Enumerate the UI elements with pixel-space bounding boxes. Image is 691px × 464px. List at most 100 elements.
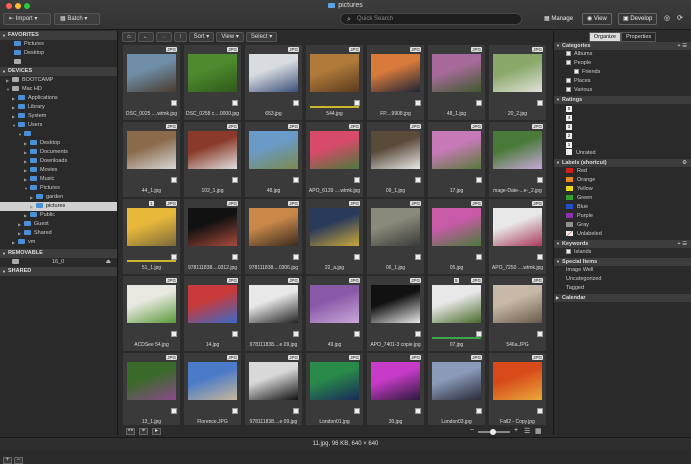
thumbnail-cell[interactable]: JPG 49.jpg <box>306 276 363 351</box>
disclosure-triangle-icon[interactable]: ▶ <box>12 103 15 112</box>
disclosure-triangle-icon[interactable]: ▶ <box>30 202 33 211</box>
disclosure-triangle-icon[interactable]: ▶ <box>24 166 27 175</box>
thumbnail-cell[interactable]: JPG DSC_0025 ....wtmk.jpg <box>123 45 180 120</box>
thumbnail-cell[interactable]: JPG 978111838....e 09.jpg <box>245 353 302 425</box>
thumbnail-image[interactable] <box>127 54 176 92</box>
manage-mode-button[interactable]: ▦ Manage <box>540 13 577 25</box>
rating-item[interactable]: 1 <box>554 140 691 149</box>
folder-tree-item[interactable]: ▶ Movies <box>0 166 117 175</box>
tag-checkbox[interactable] <box>232 100 238 106</box>
tag-checkbox[interactable] <box>476 177 482 183</box>
folder-tree-item[interactable]: ▶ Library <box>0 103 117 112</box>
thumbnail-image[interactable] <box>188 208 237 246</box>
thumbnail-cell[interactable]: JPG 14.jpg <box>184 276 241 351</box>
thumbnail-image[interactable] <box>371 285 420 323</box>
keyword-item[interactable]: Islands <box>554 248 691 257</box>
disclosure-triangle-icon[interactable]: ▶ <box>12 112 15 121</box>
folder-tree-item[interactable]: ▶ garden <box>0 193 117 202</box>
rating-item[interactable]: 2 <box>554 131 691 140</box>
folder-tree-item[interactable]: ▶ Guest <box>0 220 117 229</box>
folder-tree-item[interactable]: ▶ Downloads <box>0 157 117 166</box>
tag-checkbox[interactable] <box>354 331 360 337</box>
folder-tree-item[interactable]: ▼ Pictures <box>0 184 117 193</box>
favorite-item[interactable]: Desktop <box>0 49 117 58</box>
disclosure-triangle-icon[interactable]: ▶ <box>24 139 27 148</box>
thumbnail-cell[interactable]: JPG 13_1.jpg <box>123 353 180 425</box>
labels-header[interactable]: Labels (shortcut)⚙ <box>554 159 691 167</box>
view-mode-button[interactable]: ◉ View <box>582 13 612 25</box>
tag-checkbox[interactable] <box>415 100 421 106</box>
thumbnail-cell[interactable]: JPG 544.jpg <box>306 45 363 120</box>
zoom-out-icon[interactable]: − <box>470 427 474 434</box>
grid-view-icon[interactable]: ▦ <box>535 427 542 435</box>
tag-checkbox[interactable] <box>232 408 238 414</box>
tag-checkbox[interactable] <box>476 100 482 106</box>
link-icon[interactable]: ⚯ <box>126 428 135 435</box>
disclosure-triangle-icon[interactable]: ▶ <box>12 94 15 103</box>
thumbnail-image[interactable] <box>371 208 420 246</box>
thumbnail-image[interactable] <box>310 285 359 323</box>
thumbnail-cell[interactable]: JPG 5 07.jpg <box>428 276 485 351</box>
thumbnail-image[interactable] <box>127 131 176 169</box>
disclosure-triangle-icon[interactable]: ▶ <box>24 175 27 184</box>
color-label-item[interactable]: Orange <box>554 176 691 185</box>
forward-icon[interactable]: → <box>155 32 172 42</box>
add-folder-button[interactable]: + <box>3 457 12 464</box>
keyword-checkbox[interactable] <box>566 249 571 254</box>
thumbnail-image[interactable] <box>432 54 481 92</box>
thumbnail-image[interactable] <box>371 362 420 400</box>
tag-checkbox[interactable] <box>293 254 299 260</box>
disclosure-triangle-icon[interactable]: ▶ <box>30 193 33 202</box>
tag-checkbox[interactable] <box>232 331 238 337</box>
folder-tree-item[interactable]: ▶ Applications <box>0 94 117 103</box>
thumbnail-cell[interactable]: JPG 653.jpg <box>245 45 302 120</box>
tag-checkbox[interactable] <box>537 408 543 414</box>
tag-checkbox[interactable] <box>293 100 299 106</box>
up-icon[interactable]: ↑ <box>173 32 187 42</box>
categories-header[interactable]: Categories+ ☰ <box>554 42 691 50</box>
thumbnail-cell[interactable]: JPG 22_a.jpg <box>306 199 363 274</box>
shared-header[interactable]: SHARED <box>0 267 117 276</box>
eject-icon[interactable]: ⏏ <box>106 258 111 267</box>
tag-checkbox[interactable] <box>415 408 421 414</box>
thumbnail-image[interactable] <box>493 285 542 323</box>
disclosure-triangle-icon[interactable]: ▶ <box>18 220 21 229</box>
tag-checkbox[interactable] <box>537 331 543 337</box>
tag-checkbox[interactable] <box>537 100 543 106</box>
thumbnail-cell[interactable]: JPG DSC_0258 c....0000.jpg <box>184 45 241 120</box>
keywords-header[interactable]: Keywords+ ☰ <box>554 240 691 248</box>
thumbnail-image[interactable] <box>432 362 481 400</box>
thumbnail-cell[interactable]: JPG 546a.JPG <box>489 276 546 351</box>
quick-search-input[interactable]: ⌕ Quick Search <box>340 13 522 25</box>
tag-checkbox[interactable] <box>171 177 177 183</box>
thumbnail-cell[interactable]: JPG London01.jpg <box>306 353 363 425</box>
thumbnail-image[interactable] <box>493 362 542 400</box>
slideshow-icon[interactable]: ▸ <box>152 428 161 435</box>
category-checkbox[interactable] <box>574 69 579 74</box>
thumbnail-cell[interactable]: JPG 1 51_1.jpg <box>123 199 180 274</box>
develop-mode-button[interactable]: ▣ Develop <box>618 13 658 25</box>
ratings-header[interactable]: Ratings <box>554 96 691 104</box>
category-checkbox[interactable] <box>566 60 571 65</box>
thumbnail-cell[interactable]: JPG 48.jpg <box>245 122 302 197</box>
thumbnail-cell[interactable]: JPG 30.jpg <box>367 353 424 425</box>
tag-checkbox[interactable] <box>232 254 238 260</box>
calendar-header[interactable]: Calendar <box>554 294 691 302</box>
category-item[interactable]: Friends <box>554 68 691 77</box>
removable-header[interactable]: REMOVABLE <box>0 249 117 258</box>
disclosure-triangle-icon[interactable]: ▶ <box>24 211 27 220</box>
thumbnail-image[interactable] <box>188 362 237 400</box>
tag-checkbox[interactable] <box>171 100 177 106</box>
thumbnail-image[interactable] <box>188 54 237 92</box>
home-icon[interactable]: ⌂ <box>122 32 136 42</box>
folder-tree-item[interactable]: ▶ Desktop <box>0 139 117 148</box>
add-category-button[interactable]: + ☰ <box>677 42 687 50</box>
thumbnail-image[interactable] <box>310 362 359 400</box>
tab-properties[interactable]: Properties <box>621 32 657 42</box>
thumbnail-cell[interactable]: JPG ACDSee 54.jpg <box>123 276 180 351</box>
thumbnail-image[interactable] <box>249 285 298 323</box>
folder-tree-item[interactable]: ▶ Shared <box>0 229 117 238</box>
category-checkbox[interactable] <box>566 78 571 83</box>
map-icon[interactable]: ⌖ <box>139 428 148 435</box>
thumbnail-cell[interactable]: JPG mage-Date-...e-_2.jpg <box>489 122 546 197</box>
